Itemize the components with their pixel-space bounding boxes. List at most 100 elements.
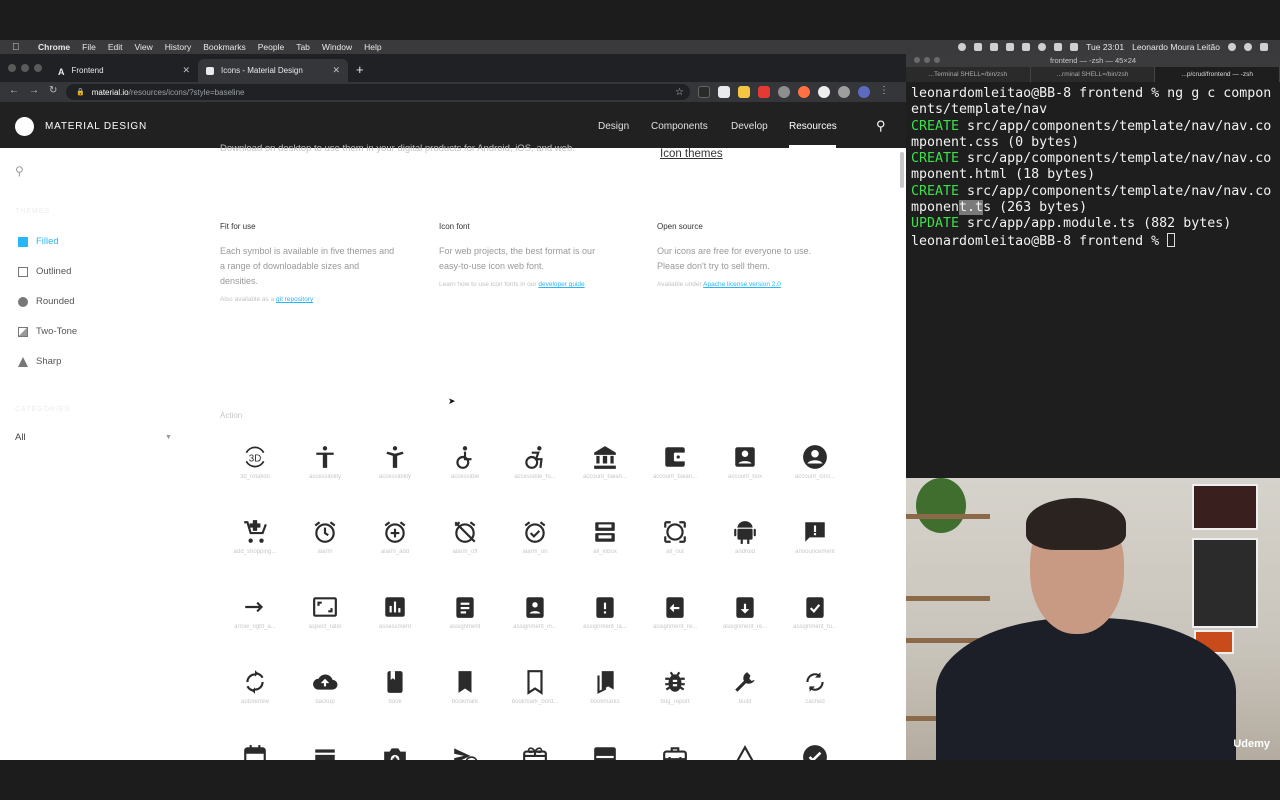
status-icon[interactable] <box>990 43 999 51</box>
extension-icon[interactable] <box>738 86 750 98</box>
icon-tile[interactable]: accessibility <box>290 444 360 494</box>
more-vert-icon[interactable]: ⋮ <box>878 86 890 98</box>
extension-icon[interactable] <box>778 86 790 98</box>
new-tab-button[interactable]: + <box>356 62 364 77</box>
tab-icons-material-design[interactable]: Icons - Material Design ✕ <box>198 59 348 82</box>
icon-tile[interactable]: assessment <box>360 594 430 644</box>
icon-tile[interactable]: alarm <box>290 519 360 569</box>
status-icon[interactable] <box>1022 43 1031 51</box>
theme-two-tone[interactable]: Two-Tone <box>18 326 77 337</box>
icon-tile[interactable]: backup <box>290 669 360 719</box>
developer-guide-link[interactable]: developer guide <box>538 281 584 288</box>
icon-tile[interactable]: add_shopping... <box>220 519 290 569</box>
icon-tile[interactable]: calendar_toda... <box>220 744 290 760</box>
status-app-icon[interactable] <box>958 43 967 51</box>
zoom-window-button[interactable] <box>34 64 42 72</box>
icon-tile[interactable]: bug_report <box>640 669 710 719</box>
icon-tile[interactable]: change_histor... <box>710 744 780 760</box>
icon-tile[interactable]: account_circl... <box>780 444 850 494</box>
terminal-tab-active[interactable]: ...p/crud/frontend — -zsh <box>1155 67 1280 82</box>
close-window-button[interactable] <box>8 64 16 72</box>
back-icon[interactable]: ← <box>9 85 19 96</box>
close-icon[interactable]: ✕ <box>182 65 190 76</box>
icon-tile[interactable]: alarm_on <box>500 519 570 569</box>
display-icon[interactable] <box>1054 43 1063 51</box>
address-bar[interactable]: 🔒 material.io/resources/icons/?style=bas… <box>66 84 690 100</box>
icon-tile[interactable]: calendar_view... <box>290 744 360 760</box>
git-repository-link[interactable]: git repository <box>276 296 313 303</box>
terminal-tab[interactable]: ...rminal SHELL=/bin/zsh <box>1031 67 1156 82</box>
menu-app-name[interactable]: Chrome <box>38 42 70 52</box>
menu-help[interactable]: Help <box>364 42 381 52</box>
profile-avatar[interactable] <box>858 86 870 98</box>
sidebar-search-icon[interactable]: ⚲ <box>15 164 24 178</box>
extension-icon[interactable] <box>758 86 770 98</box>
extension-icon[interactable] <box>698 86 710 98</box>
forward-icon[interactable]: → <box>29 85 39 96</box>
menu-history[interactable]: History <box>165 42 191 52</box>
icon-themes-link[interactable]: Icon themes <box>660 148 723 160</box>
icon-tile[interactable]: card_giftcard <box>500 744 570 760</box>
icon-tile[interactable]: alarm_off <box>430 519 500 569</box>
minimize-window-button[interactable] <box>21 64 29 72</box>
extension-icon[interactable] <box>838 86 850 98</box>
menu-user-name[interactable]: Leonardo Moura Leitão <box>1132 42 1220 52</box>
icon-tile[interactable]: assignment_tu... <box>780 594 850 644</box>
icon-tile[interactable]: account_balan... <box>640 444 710 494</box>
icon-tile[interactable]: all_out <box>640 519 710 569</box>
terminal-tab[interactable]: ...Terminal SHELL=/bin/zsh <box>906 67 1031 82</box>
icon-tile[interactable]: accessibility <box>360 444 430 494</box>
icon-tile[interactable]: book <box>360 669 430 719</box>
icon-tile[interactable]: assignment <box>430 594 500 644</box>
theme-rounded[interactable]: Rounded <box>18 296 75 307</box>
chevron-down-icon[interactable]: ▼ <box>165 434 172 441</box>
icon-tile[interactable]: assignment_la... <box>570 594 640 644</box>
icon-tile[interactable]: cached <box>780 669 850 719</box>
nav-develop[interactable]: Develop <box>731 121 768 132</box>
reload-icon[interactable]: ↻ <box>49 85 57 96</box>
close-icon[interactable]: ✕ <box>332 65 340 76</box>
icon-tile[interactable]: alarm_add <box>360 519 430 569</box>
wifi-icon[interactable] <box>1038 43 1047 51</box>
nav-components[interactable]: Components <box>651 121 708 132</box>
icon-tile[interactable]: autorenew <box>220 669 290 719</box>
status-icon[interactable] <box>1006 43 1015 51</box>
icon-tile[interactable]: camera_enhanc... <box>360 744 430 760</box>
dropbox-icon[interactable] <box>974 43 983 51</box>
icon-tile[interactable]: bookmarks <box>570 669 640 719</box>
icon-tile[interactable]: aspect_ratio <box>290 594 360 644</box>
icon-tile[interactable]: check_circle <box>780 744 850 760</box>
icon-tile[interactable]: bookmark_bord... <box>500 669 570 719</box>
terminal-output[interactable]: leonardomleitao@BB-8 frontend % ng g c c… <box>906 82 1280 254</box>
tab-frontend[interactable]: A Frontend ✕ <box>50 59 198 82</box>
theme-outlined[interactable]: Outlined <box>18 266 71 277</box>
menu-clock[interactable]: Tue 23:01 <box>1086 42 1124 52</box>
theme-filled[interactable]: Filled <box>18 236 59 247</box>
icon-tile[interactable]: android <box>710 519 780 569</box>
volume-icon[interactable] <box>1070 43 1079 51</box>
bookmark-star-icon[interactable]: ☆ <box>675 87 684 98</box>
icon-tile[interactable]: accessible <box>430 444 500 494</box>
icon-tile[interactable]: announcement <box>780 519 850 569</box>
menu-bookmarks[interactable]: Bookmarks <box>203 42 246 52</box>
icon-tile[interactable]: account_box <box>710 444 780 494</box>
menu-view[interactable]: View <box>134 42 152 52</box>
nav-resources[interactable]: Resources <box>789 121 837 132</box>
icon-tile[interactable]: accessible_fo... <box>500 444 570 494</box>
menu-tab[interactable]: Tab <box>296 42 310 52</box>
icon-tile[interactable]: cancel_schedu... <box>430 744 500 760</box>
icon-tile[interactable]: bookmark <box>430 669 500 719</box>
vue-devtools-icon[interactable] <box>718 86 730 98</box>
minimize-window-button[interactable] <box>924 57 930 63</box>
menu-file[interactable]: File <box>82 42 96 52</box>
search-icon[interactable]: ⚲ <box>876 118 886 134</box>
icon-tile[interactable]: assignment_re... <box>640 594 710 644</box>
siri-icon[interactable] <box>1244 43 1252 51</box>
theme-sharp[interactable]: Sharp <box>18 356 61 367</box>
zoom-window-button[interactable] <box>934 57 940 63</box>
icon-tile[interactable]: card_travel <box>640 744 710 760</box>
nav-design[interactable]: Design <box>598 121 629 132</box>
notification-center-icon[interactable] <box>1260 43 1268 51</box>
icon-tile[interactable]: card_membersh... <box>570 744 640 760</box>
icon-tile[interactable]: build <box>710 669 780 719</box>
